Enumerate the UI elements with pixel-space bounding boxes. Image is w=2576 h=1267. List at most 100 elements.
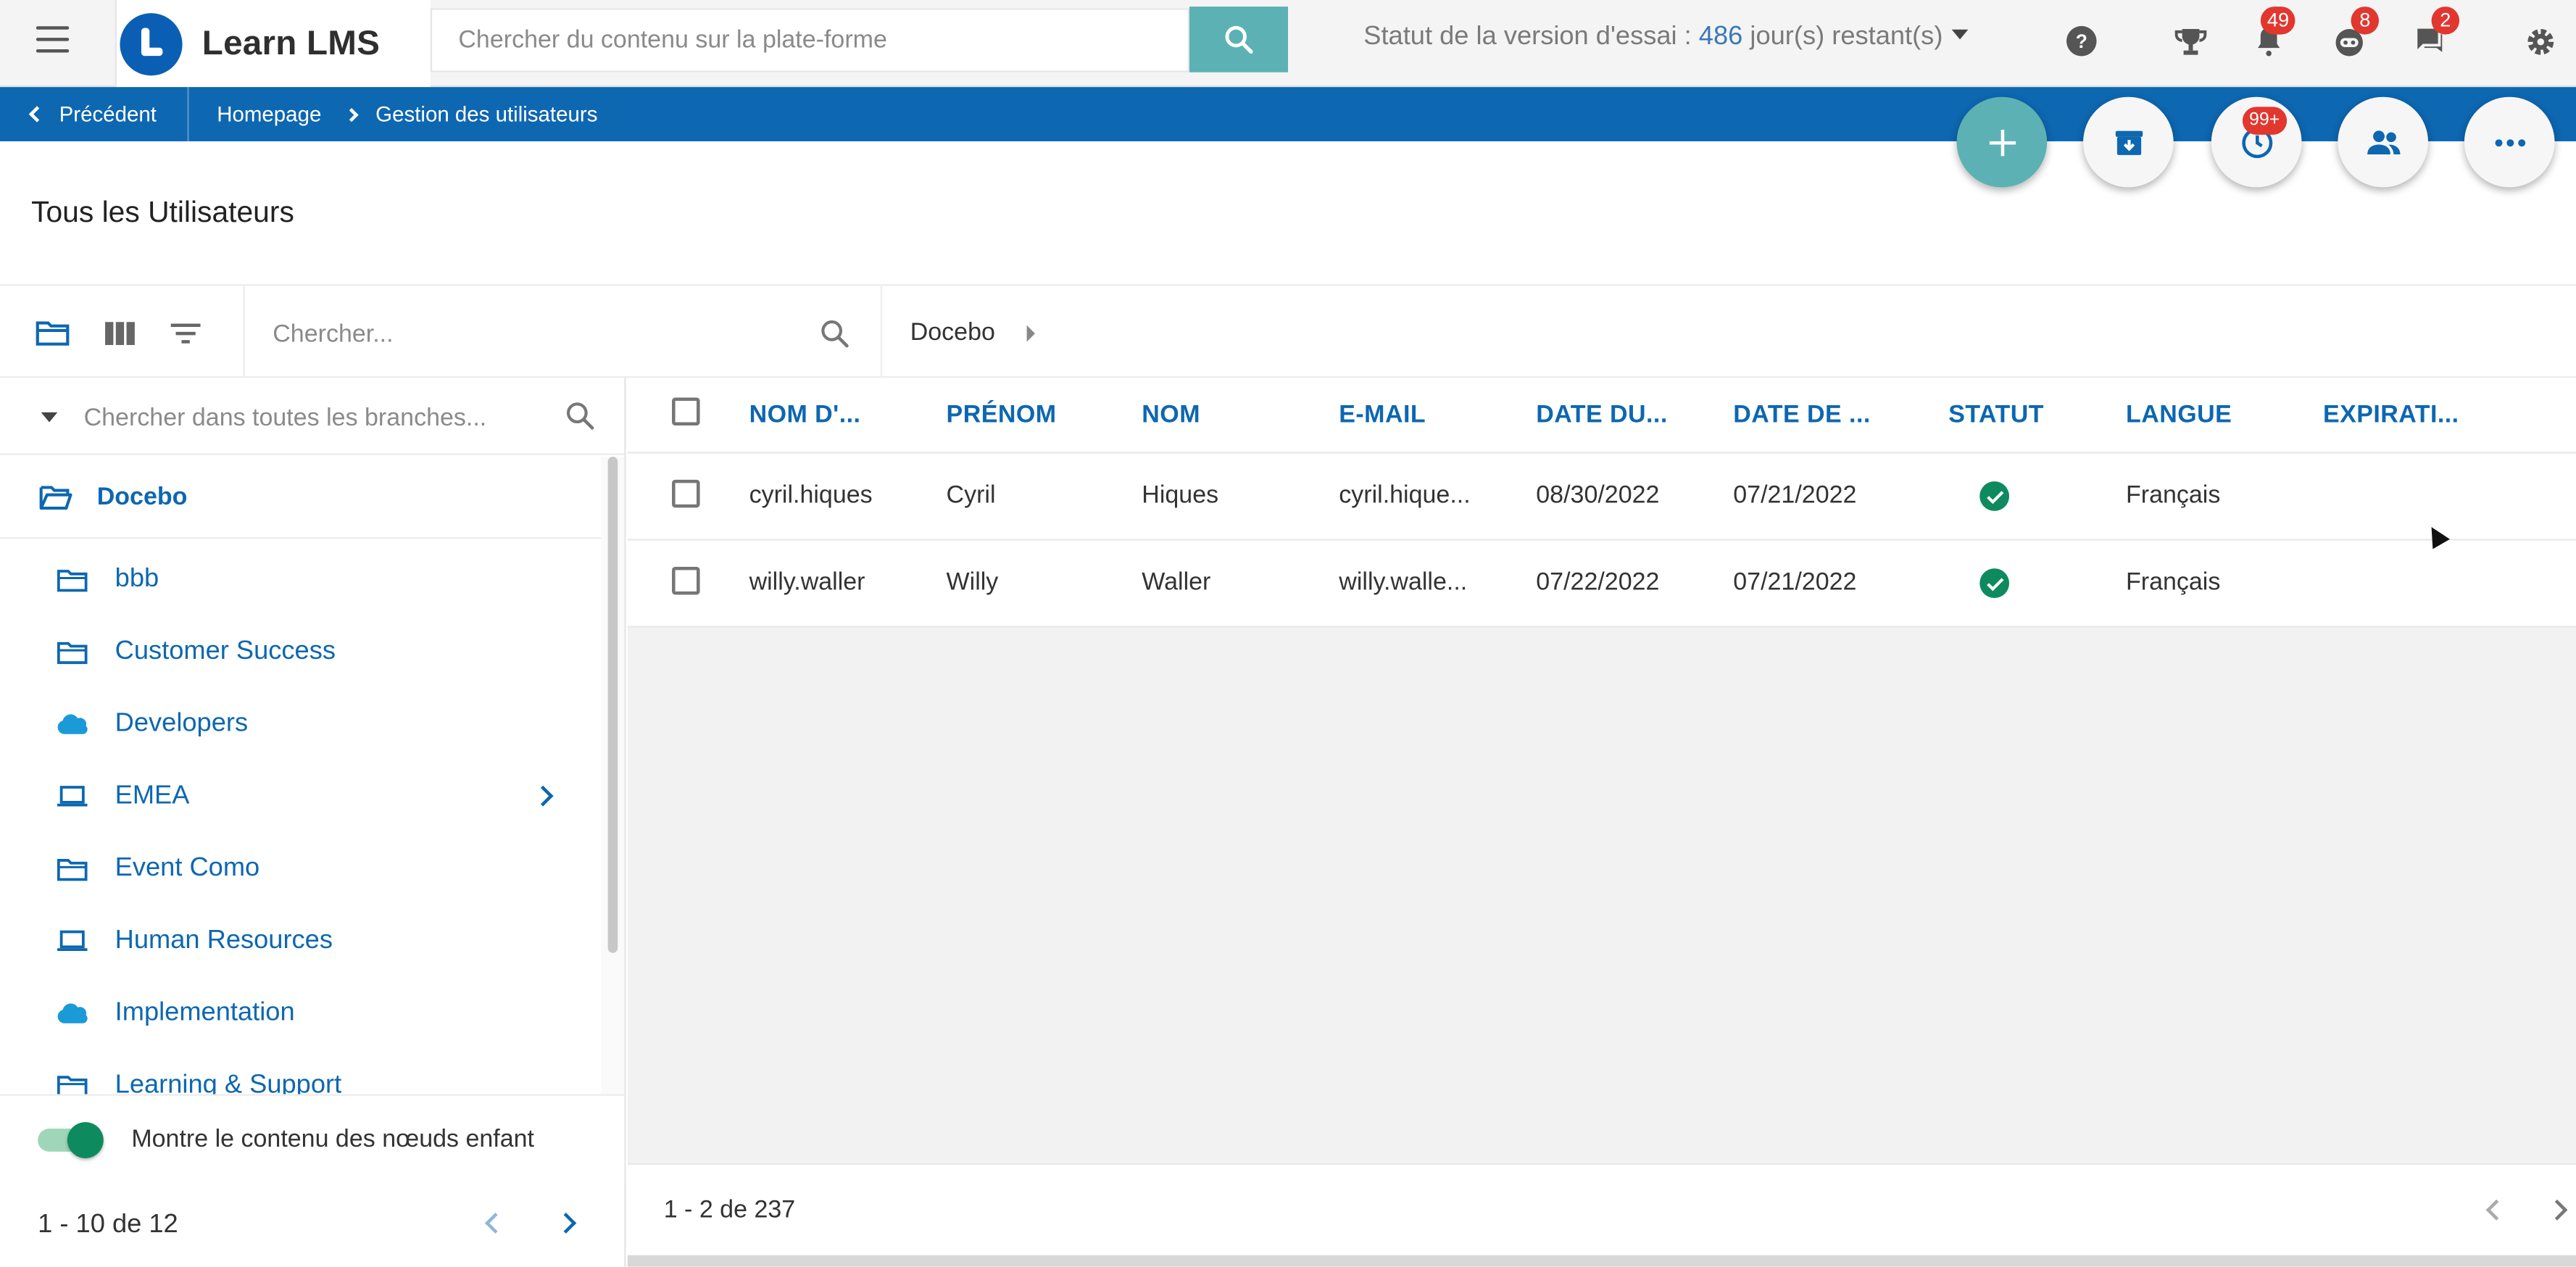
- table-pager: 1 - 2 de 237: [627, 1163, 2576, 1255]
- menu-icon[interactable]: [36, 26, 70, 53]
- app-root: Learn LMS Statut de la version d'essai :…: [0, 0, 2576, 1267]
- folder-icon: [56, 565, 88, 595]
- breadcrumb: Précédent Homepage Gestion des utilisate…: [0, 87, 2576, 141]
- cell-last-name: Waller: [1142, 568, 1211, 597]
- add-user-button[interactable]: [1956, 96, 2048, 188]
- more-options-button[interactable]: [2464, 96, 2555, 188]
- users-icon: [2367, 130, 2400, 154]
- search-icon[interactable]: [563, 399, 596, 432]
- trial-prefix: Statut de la version d'essai :: [1363, 22, 1699, 51]
- tree-item-label: bbb: [115, 565, 159, 594]
- cell-first-name: Cyril: [946, 481, 996, 510]
- chevron-left-icon[interactable]: [484, 1213, 506, 1234]
- show-child-nodes-label: Montre le contenu des nœuds enfant: [131, 1125, 534, 1154]
- folder-icon: [56, 1071, 88, 1094]
- trial-status-dropdown[interactable]: Statut de la version d'essai : 486 jour(…: [1363, 22, 1968, 53]
- settings-gear-icon[interactable]: [2522, 23, 2558, 59]
- tree-item-implementation[interactable]: Implementation: [0, 978, 602, 1050]
- branch-tree-panel: Docebo bbb Customer Success Developers E…: [0, 378, 626, 1267]
- breadcrumb-home[interactable]: Homepage: [217, 102, 321, 127]
- users-table: NOM D'... PRÉNOM NOM E-MAIL DATE DU... D…: [627, 378, 2576, 1163]
- table-row[interactable]: cyril.hiques Cyril Hiques cyril.hique...…: [627, 453, 2576, 541]
- branch-crumb[interactable]: Docebo: [910, 319, 995, 347]
- col-language[interactable]: LANGUE: [2126, 401, 2232, 429]
- col-status[interactable]: STATUT: [1948, 401, 2044, 429]
- col-date-1[interactable]: DATE DU...: [1536, 401, 1667, 429]
- tree-item-customer-success[interactable]: Customer Success: [0, 616, 602, 689]
- tree-item-label: Customer Success: [115, 637, 336, 665]
- tree-item-learning-support[interactable]: Learning & Support: [0, 1050, 602, 1094]
- col-email[interactable]: E-MAIL: [1339, 401, 1426, 429]
- archive-icon: [2114, 130, 2143, 154]
- caret-right-icon[interactable]: [1026, 325, 1035, 342]
- trial-days: 486: [1698, 22, 1743, 51]
- cell-date-2: 07/21/2022: [1733, 481, 1857, 510]
- col-date-2[interactable]: DATE DE ...: [1733, 401, 1871, 429]
- users-search-input[interactable]: [273, 310, 799, 357]
- col-expiration[interactable]: EXPIRATI...: [2323, 401, 2459, 429]
- tree-item-human-resources[interactable]: Human Resources: [0, 905, 602, 978]
- folder-open-icon: [39, 485, 72, 509]
- group-users-button[interactable]: [2338, 96, 2429, 188]
- tree-root-label: Docebo: [96, 483, 188, 511]
- select-all-checkbox[interactable]: [672, 397, 700, 426]
- table-row[interactable]: willy.waller Willy Waller willy.walle...…: [627, 540, 2576, 628]
- chevron-left-icon: [28, 106, 46, 122]
- logo[interactable]: Learn LMS: [115, 0, 431, 88]
- history-button[interactable]: 99+: [2211, 96, 2302, 188]
- cell-date-2: 07/21/2022: [1733, 568, 1857, 597]
- chevron-right-icon[interactable]: [555, 1213, 577, 1234]
- chevron-right-icon[interactable]: [2546, 1199, 2568, 1221]
- help-icon[interactable]: ?: [2064, 23, 2100, 59]
- table-pager-text: 1 - 2 de 237: [663, 1196, 796, 1224]
- tree-item-bbb[interactable]: bbb: [0, 544, 602, 616]
- trial-suffix: jour(s) restant(s): [1742, 22, 1943, 51]
- tree-item-label: Human Resources: [115, 926, 333, 955]
- messages-icon[interactable]: 2: [2411, 7, 2460, 59]
- tree-pager: 1 - 10 de 12: [0, 1183, 624, 1267]
- branch-search-input[interactable]: [83, 396, 544, 439]
- col-first-name[interactable]: PRÉNOM: [947, 401, 1057, 429]
- tree-item-developers[interactable]: Developers: [0, 689, 602, 761]
- cell-language: Français: [2125, 568, 2221, 597]
- top-header: Learn LMS Statut de la version d'essai :…: [0, 0, 2576, 88]
- notifications-icon[interactable]: 49: [2251, 7, 2296, 59]
- tree-scrollbar-thumb[interactable]: [607, 457, 618, 953]
- page-title: Tous les Utilisateurs: [31, 195, 294, 229]
- chevron-right-icon[interactable]: [532, 785, 554, 807]
- back-button[interactable]: Précédent: [0, 87, 189, 141]
- columns-icon[interactable]: [102, 315, 138, 352]
- row-checkbox[interactable]: [672, 566, 700, 595]
- bot-icon[interactable]: 8: [2331, 7, 2380, 59]
- chevron-left-icon[interactable]: [2485, 1199, 2507, 1221]
- caret-down-icon[interactable]: [41, 412, 58, 423]
- search-icon[interactable]: [817, 315, 853, 352]
- show-child-nodes-toggle[interactable]: [38, 1121, 104, 1158]
- folder-icon: [56, 637, 88, 667]
- cell-last-name: Hiques: [1142, 481, 1219, 510]
- toolbar-divider: [880, 286, 883, 380]
- tree-item-emea[interactable]: EMEA: [0, 760, 602, 833]
- folder-view-icon[interactable]: [35, 315, 71, 352]
- table-horizontal-scrollbar[interactable]: [627, 1255, 2576, 1267]
- trophy-icon[interactable]: [2172, 23, 2208, 59]
- chevron-right-icon: [344, 107, 358, 122]
- status-active-icon: [1979, 568, 2010, 599]
- col-username[interactable]: NOM D'...: [749, 401, 861, 429]
- tree-pager-text: 1 - 10 de 12: [38, 1210, 178, 1238]
- row-checkbox[interactable]: [672, 479, 700, 508]
- messages-badge: 2: [2431, 7, 2460, 35]
- tree-root-item[interactable]: Docebo: [0, 457, 602, 539]
- global-search-button[interactable]: [1189, 7, 1289, 72]
- col-last-name[interactable]: NOM: [1142, 401, 1200, 429]
- laptop-icon: [56, 782, 88, 812]
- laptop-icon: [56, 926, 88, 956]
- tree-item-label: Learning & Support: [115, 1071, 342, 1094]
- cell-email: willy.walle...: [1339, 568, 1468, 597]
- tree-item-event-como[interactable]: Event Como: [0, 833, 602, 905]
- salesforce-cloud-icon: [56, 999, 88, 1029]
- filter-icon[interactable]: [167, 315, 204, 352]
- global-search-input[interactable]: [430, 8, 1190, 72]
- users-toolbar: Docebo: [0, 284, 2576, 380]
- archive-button[interactable]: [2083, 96, 2174, 188]
